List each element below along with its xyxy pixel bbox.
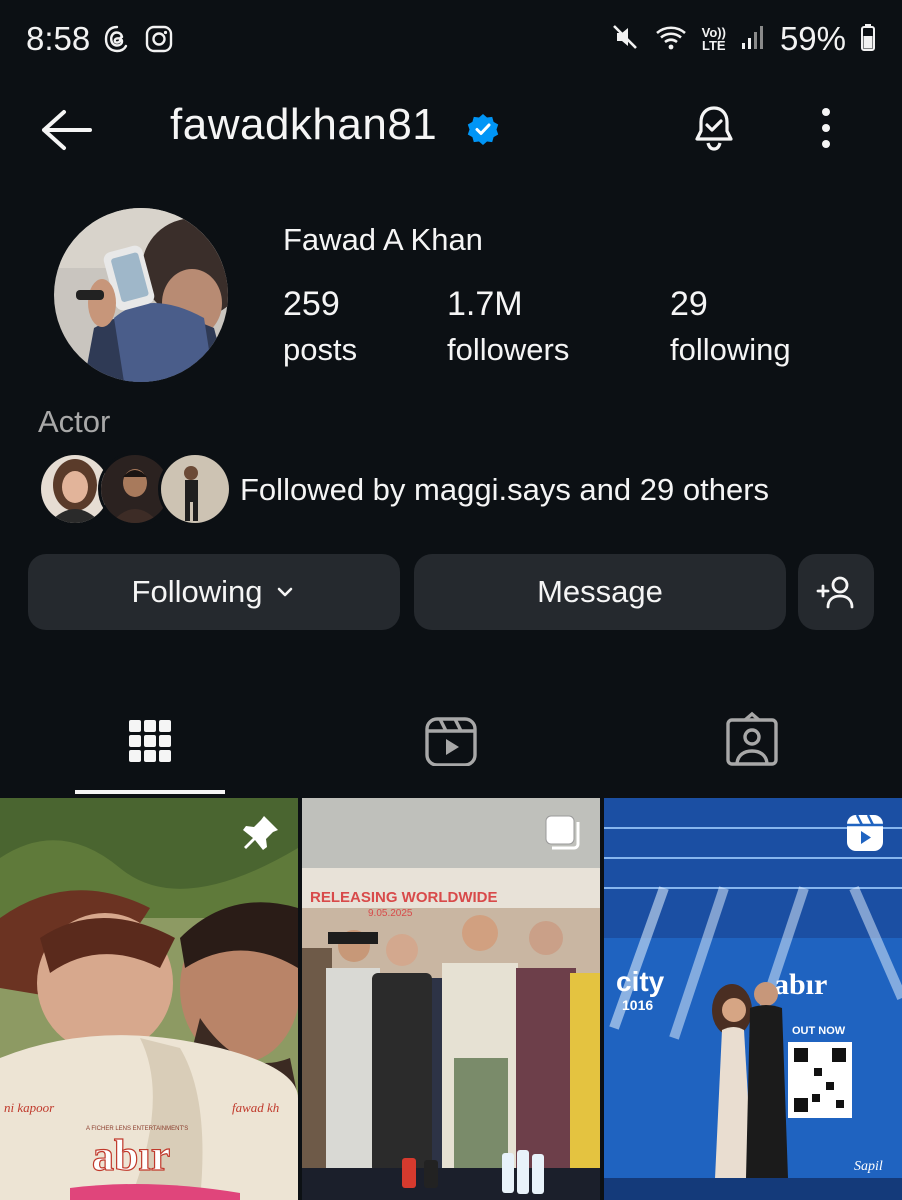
mutual-followers-avatars[interactable]	[38, 452, 232, 526]
battery-icon	[860, 22, 876, 57]
message-button[interactable]: Message	[414, 554, 786, 630]
posts-count: 259	[283, 285, 340, 323]
tab-posts[interactable]	[0, 702, 300, 794]
followed-by-text[interactable]: Followed by maggi.says and 29 others	[240, 472, 769, 508]
reels-icon	[425, 717, 477, 766]
battery-percent: 59%	[779, 20, 846, 57]
post-thumbnail[interactable]: RELEASING WORLDWIDE 9.05.2025	[302, 798, 600, 1200]
active-tab-indicator	[75, 790, 225, 794]
following-count: 29	[670, 285, 708, 323]
lte-badge: Vo)) LTE	[701, 25, 726, 53]
profile-username: fawadkhan81	[170, 100, 438, 149]
followers-stat[interactable]: 1.7M followers	[447, 284, 569, 376]
followers-count: 1.7M	[447, 285, 523, 323]
post-thumbnail[interactable]: ni kapoor fawad kh A FICHER LENS ENTERTA…	[0, 798, 298, 1200]
tab-tagged[interactable]	[602, 702, 902, 794]
chevron-down-icon	[278, 587, 293, 597]
verified-badge-icon	[466, 112, 500, 146]
following-button-label: Following	[131, 574, 263, 609]
suggested-users-button[interactable]	[798, 554, 874, 630]
message-button-label: Message	[537, 574, 663, 609]
following-button[interactable]: Following	[28, 554, 400, 630]
avatar	[158, 452, 232, 526]
more-vertical-icon	[822, 108, 830, 148]
tagged-person-icon	[726, 711, 778, 766]
post-banner-title: RELEASING WORLDWIDE	[310, 889, 498, 906]
instagram-icon	[144, 24, 174, 59]
wifi-icon	[654, 22, 688, 57]
posts-label: posts	[283, 332, 358, 367]
notifications-button[interactable]	[688, 102, 740, 154]
add-user-icon	[816, 576, 854, 609]
post-brand-sub: 1016	[622, 997, 653, 1013]
bell-check-icon	[695, 106, 733, 151]
grid-icon	[129, 720, 171, 762]
carousel-icon	[542, 812, 584, 854]
profile-category: Actor	[38, 404, 111, 439]
profile-header: fawadkhan81	[0, 96, 902, 160]
display-name: Fawad A Khan	[283, 222, 483, 257]
post-title-text: abır	[774, 968, 827, 1001]
threads-icon	[102, 24, 132, 59]
following-stat[interactable]: 29 following	[670, 284, 791, 376]
tab-reels[interactable]	[301, 702, 601, 794]
pin-icon	[240, 812, 282, 854]
post-overlay-text: ni kapoor	[4, 1100, 55, 1115]
more-options-button[interactable]	[808, 104, 844, 152]
post-title-text: abır	[92, 1131, 170, 1180]
post-qr-label: OUT NOW	[792, 1025, 846, 1037]
signal-icon	[740, 23, 766, 56]
profile-avatar[interactable]	[54, 208, 228, 382]
post-brand-text: city	[616, 966, 665, 997]
followers-label: followers	[447, 332, 570, 367]
profile-tabs	[0, 702, 902, 794]
post-signature-text: Sapil	[854, 1159, 883, 1174]
mute-icon	[610, 22, 640, 57]
back-arrow-icon	[42, 110, 92, 150]
post-overlay-text: fawad kh	[232, 1100, 279, 1115]
reels-icon	[844, 812, 886, 854]
posts-stat[interactable]: 259 posts	[283, 284, 357, 376]
post-thumbnail[interactable]: city 1016 abır OUT NOW Sapil	[604, 798, 902, 1200]
status-bar: 8:58 Vo)) LTE 59%	[0, 0, 902, 80]
following-label: following	[670, 332, 791, 367]
back-button[interactable]	[36, 104, 96, 154]
status-time: 8:58	[26, 20, 91, 57]
posts-grid: ni kapoor fawad kh A FICHER LENS ENTERTA…	[0, 798, 902, 1200]
post-banner-date: 9.05.2025	[368, 908, 413, 919]
